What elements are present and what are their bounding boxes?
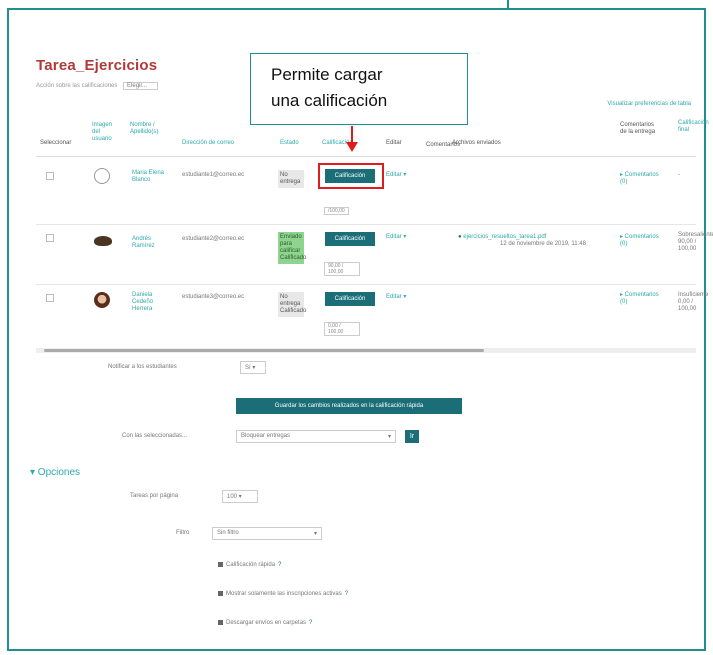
filter-select-value: Sin filtro [217, 530, 239, 536]
table-scrollbar-thumb[interactable] [44, 349, 484, 352]
save-quick-grading-button[interactable]: Guardar los cambios realizados en la cal… [236, 398, 462, 414]
with-selected-value: Bloquear entregas [241, 433, 291, 439]
help-icon[interactable]: ? [345, 591, 348, 597]
row-1-name[interactable]: Maria Elena Blanco [132, 170, 168, 184]
chevron-down-icon: ▾ [313, 531, 317, 537]
row-2-name[interactable]: Andrés Ramírez [132, 236, 168, 250]
header-image[interactable]: Imagen del usuario [92, 122, 118, 143]
header-divider [36, 156, 696, 157]
help-icon[interactable]: ? [309, 620, 312, 626]
row-3-email: estudiante3@correo.ec [182, 294, 245, 300]
header-submission-comments: Comentarios de la entrega [620, 122, 656, 135]
row-3-status-badge: No entrega Calificado [278, 292, 306, 317]
row-2-status-badge: Enviado para calificar Calificado [278, 232, 306, 264]
notify-students-select[interactable]: Sí ▾ [240, 361, 266, 374]
options-section-toggle[interactable]: ▾ Opciones [30, 467, 80, 478]
header-edit: Editar [386, 140, 402, 146]
callout-line-2: una calificación [271, 91, 388, 110]
callout-arrow-head [346, 142, 358, 152]
filter-label: Filtro [176, 530, 190, 536]
grading-action-select[interactable]: Elegir... [123, 82, 159, 90]
row-divider-2 [36, 284, 696, 285]
grading-action-label: Acción sobre las calificaciones [36, 83, 118, 89]
header-final-grade[interactable]: Calificación final [678, 120, 709, 134]
download-folders-label: Descargar envíos en carpetas [226, 620, 307, 627]
download-folders-option[interactable]: Descargar envíos en carpetas? [218, 620, 312, 626]
row-2-checkbox[interactable] [46, 234, 54, 242]
callout-line-1: Permite cargar [271, 65, 383, 84]
show-active-label: Mostrar solamente las inscripciones acti… [226, 591, 342, 598]
with-selected-select[interactable]: Bloquear entregas ▾ [236, 430, 396, 443]
row-2-avatar [94, 236, 112, 246]
row-2-file-link[interactable]: ● ejercicios_resueltos_tarea1.pdf [458, 234, 598, 241]
with-selected-label: Con las seleccionadas... [122, 433, 188, 439]
row-2-grade-button[interactable]: Calificación [325, 232, 375, 246]
per-page-select[interactable]: 100 ▾ [222, 490, 258, 503]
row-2-email: estudiante2@correo.ec [182, 236, 245, 242]
quick-grading-option[interactable]: Calificación rápida? [218, 562, 281, 568]
row-2-file-name: ejercicios_resueltos_tarea1.pdf [463, 234, 547, 240]
row-3-edit-menu[interactable]: Editar ▾ [386, 294, 406, 301]
quick-grading-checkbox[interactable] [218, 562, 223, 567]
row-1-edit-menu[interactable]: Editar ▾ [386, 172, 406, 179]
filter-select[interactable]: Sin filtro ▾ [212, 527, 322, 540]
go-button[interactable]: Ir [405, 430, 419, 443]
page-title: Tarea_Ejercicios [36, 57, 158, 74]
header-select[interactable]: Seleccionar [40, 140, 71, 147]
help-icon[interactable]: ? [278, 562, 281, 568]
row-2-comments-link[interactable]: ▸ Comentarios (0) [620, 234, 664, 248]
row-2-file-date: 12 de noviembre de 2019, 11:48 [500, 241, 586, 247]
row-3-checkbox[interactable] [46, 294, 54, 302]
notify-students-label: Notificar a los estudiantes [108, 364, 177, 370]
row-1-grade-value[interactable]: /100,00 [324, 207, 349, 215]
highlight-grade-button [318, 163, 384, 189]
row-divider-1 [36, 224, 696, 225]
per-page-label: Tareas por página [130, 493, 179, 499]
header-submitted-files: Archivos enviados [452, 140, 501, 146]
quick-grading-label: Calificación rápida [226, 562, 276, 569]
show-active-checkbox[interactable] [218, 591, 223, 596]
row-1-avatar [94, 168, 110, 184]
row-3-comments-link[interactable]: ▸ Comentarios (0) [620, 292, 664, 306]
header-name[interactable]: Nombre / Apellido(s) [130, 122, 158, 136]
row-1-checkbox[interactable] [46, 172, 54, 180]
row-3-name[interactable]: Daniela Cedeño Herrera [132, 292, 168, 313]
download-folders-checkbox[interactable] [218, 620, 223, 625]
row-3-grade-button[interactable]: Calificación [325, 292, 375, 306]
table-preferences-link[interactable]: Visualizar preferencias de tabla [607, 101, 691, 107]
row-3-grade-value[interactable]: 0,00 / 100,00 [324, 322, 360, 336]
row-1-final-grade: - [678, 172, 680, 178]
row-3-avatar [94, 292, 110, 308]
chevron-down-icon: ▾ [387, 434, 391, 440]
header-status[interactable]: Estado [280, 140, 310, 147]
show-active-option[interactable]: Mostrar solamente las inscripciones acti… [218, 591, 348, 597]
header-email[interactable]: Dirección de correo [182, 140, 242, 147]
header-comments: Comentarios [426, 142, 461, 148]
row-1-comments-link[interactable]: ▸ Comentarios (0) [620, 172, 664, 186]
row-3-final-grade: Insuficiente 0,00 / 100,00 [678, 292, 709, 312]
row-1-status-badge: No entrega [278, 170, 304, 188]
callout-box: Permite cargar una calificación [250, 53, 468, 125]
row-2-final-grade: Sobresaliente 90,00 / 100,00 [678, 232, 713, 252]
row-1-email: estudiante1@correo.ec [182, 172, 245, 178]
row-2-edit-menu[interactable]: Editar ▾ [386, 234, 406, 241]
frame-notch [507, 0, 509, 9]
grading-action-row: Acción sobre las calificaciones Elegir..… [36, 82, 159, 90]
row-2-grade-value[interactable]: 90,00 / 100,00 [324, 262, 360, 276]
